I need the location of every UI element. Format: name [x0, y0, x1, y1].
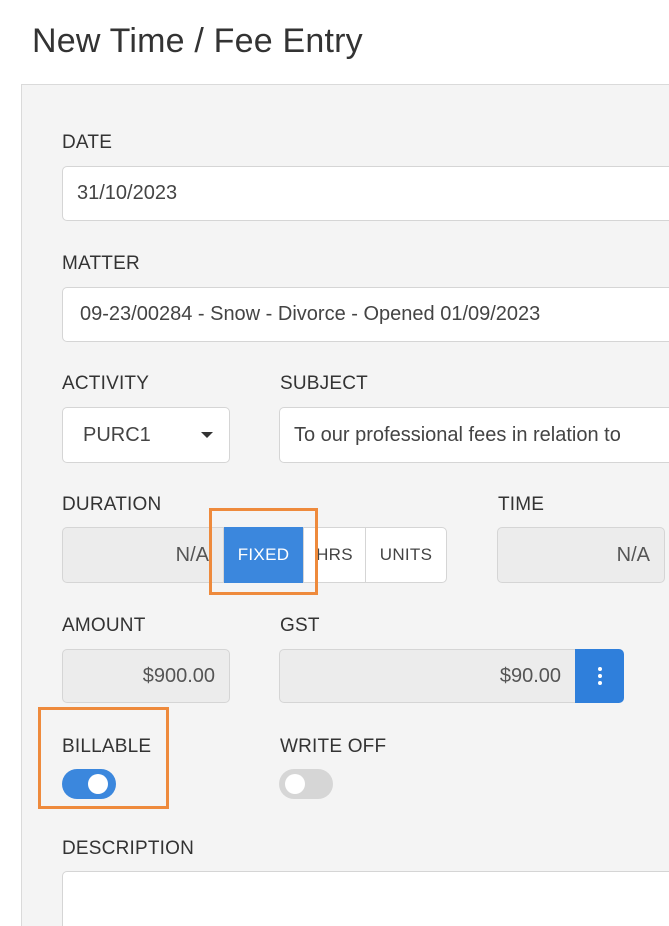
activity-select-value: PURC1: [83, 423, 151, 446]
duration-units-button[interactable]: UNITS: [365, 527, 447, 583]
date-field[interactable]: 31/10/2023: [62, 166, 669, 221]
time-field[interactable]: N/A: [497, 527, 665, 583]
duration-label: DURATION: [62, 494, 162, 515]
matter-field[interactable]: 09-23/00284 - Snow - Divorce - Opened 01…: [62, 287, 669, 342]
time-label: TIME: [498, 494, 545, 515]
gst-field[interactable]: $90.00: [279, 649, 576, 703]
amount-label: AMOUNT: [62, 615, 146, 636]
toggle-knob: [285, 774, 305, 794]
duration-mode-highlight: [209, 508, 318, 595]
billable-highlight: [38, 707, 169, 809]
gst-options-button[interactable]: [575, 649, 624, 703]
page-title: New Time / Fee Entry: [32, 22, 363, 60]
kebab-dot: [597, 667, 602, 671]
description-label: DESCRIPTION: [62, 838, 195, 859]
date-label: DATE: [62, 132, 113, 153]
description-field[interactable]: [62, 871, 669, 926]
subject-field[interactable]: To our professional fees in relation to: [279, 407, 669, 463]
activity-select[interactable]: PURC1: [62, 407, 230, 463]
write-off-toggle[interactable]: [279, 769, 333, 799]
gst-label: GST: [280, 615, 320, 636]
matter-label: MATTER: [62, 253, 140, 274]
duration-field[interactable]: N/A: [62, 527, 224, 583]
caret-down-icon: [201, 432, 213, 438]
kebab-dot: [597, 674, 602, 678]
activity-label: ACTIVITY: [62, 373, 150, 394]
subject-label: SUBJECT: [280, 373, 368, 394]
kebab-dot: [597, 681, 602, 685]
write-off-label: WRITE OFF: [280, 736, 387, 757]
amount-field[interactable]: $900.00: [62, 649, 230, 703]
